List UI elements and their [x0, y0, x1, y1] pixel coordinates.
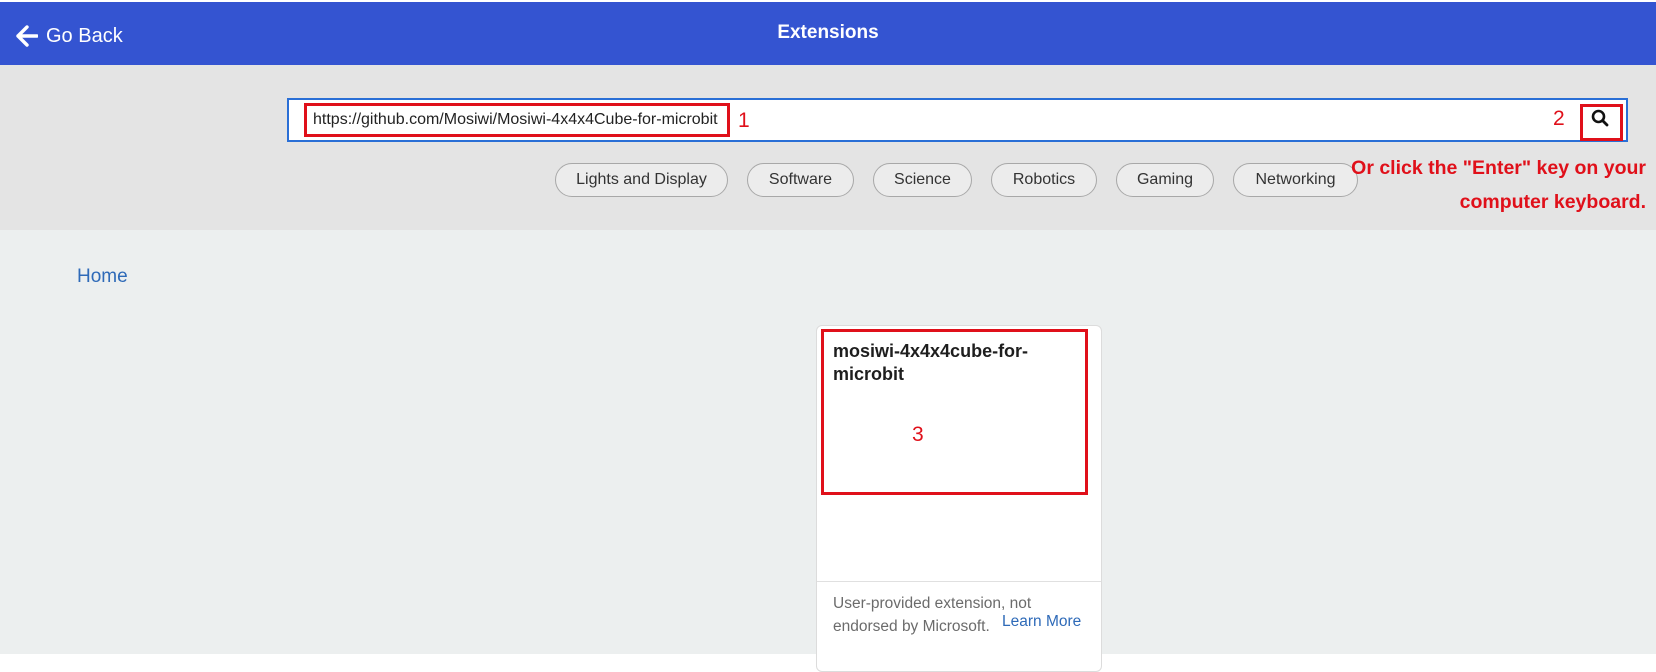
- extension-card-footer: User-provided extension, not endorsed by…: [817, 581, 1101, 657]
- chip-science[interactable]: Science: [873, 163, 972, 197]
- page-title: Extensions: [777, 22, 879, 43]
- annotation-number-3: 3: [912, 423, 924, 446]
- annotation-number-2: 2: [1553, 107, 1565, 130]
- chip-gaming[interactable]: Gaming: [1116, 163, 1214, 197]
- chip-software[interactable]: Software: [747, 163, 854, 197]
- learn-more-link[interactable]: Learn More: [1002, 613, 1081, 631]
- header-bar: Go Back Extensions: [0, 2, 1656, 65]
- annotation-box-1: [304, 103, 730, 137]
- annotation-box-3: [821, 329, 1088, 495]
- chip-lights-and-display[interactable]: Lights and Display: [555, 163, 728, 197]
- chip-robotics[interactable]: Robotics: [991, 163, 1097, 197]
- annotation-note: Or click the "Enter" key on your compute…: [1351, 157, 1646, 213]
- annotation-number-1: 1: [738, 109, 750, 132]
- annotation-box-2: [1580, 104, 1623, 141]
- breadcrumb-home[interactable]: Home: [77, 266, 128, 288]
